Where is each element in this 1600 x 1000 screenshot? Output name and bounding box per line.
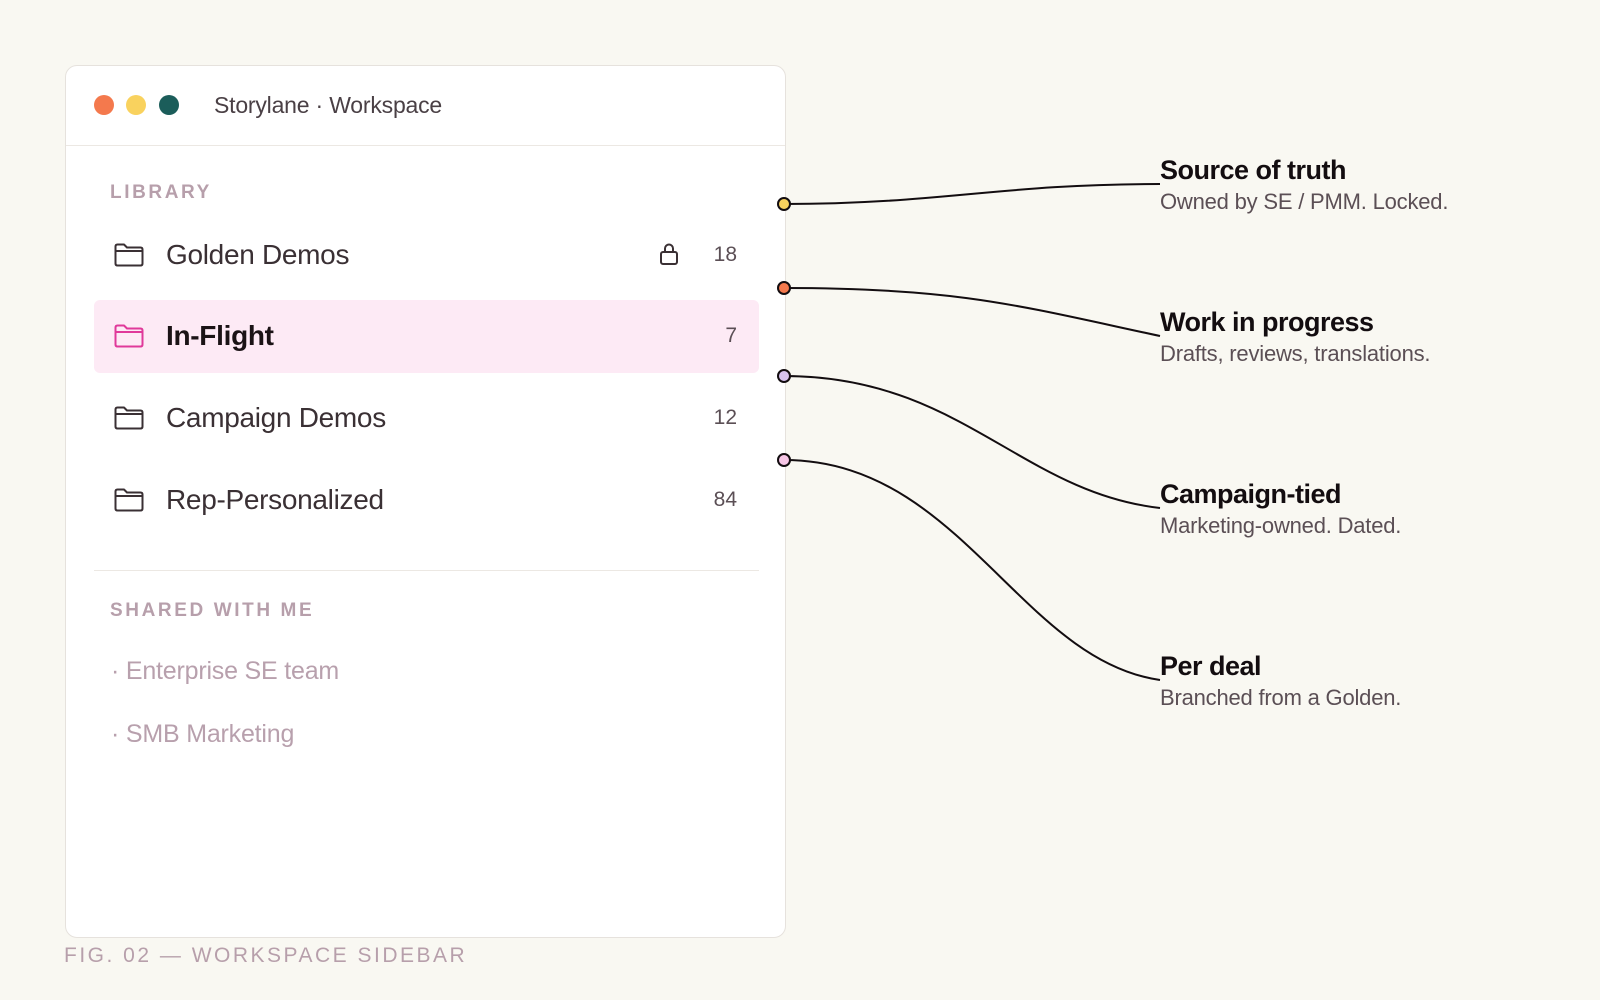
connector-per-deal — [783, 459, 1161, 681]
marker-work-in-progress — [777, 281, 791, 295]
annotation-subtitle: Marketing-owned. Dated. — [1160, 513, 1402, 538]
annotation-title: Campaign-tied — [1160, 479, 1342, 509]
marker-source-of-truth — [777, 197, 791, 211]
connector-campaign-tied — [783, 375, 1161, 509]
marker-per-deal — [777, 453, 791, 467]
annotation-subtitle: Drafts, reviews, translations. — [1160, 341, 1431, 366]
annotation-subtitle: Branched from a Golden. — [1160, 685, 1402, 710]
annotation-per-deal: Per deal Branched from a Golden. — [1160, 650, 1401, 711]
connector-work-in-progress — [783, 287, 1161, 337]
annotation-subtitle: Owned by SE / PMM. Locked. — [1160, 189, 1449, 214]
annotation-work-in-progress: Work in progress Drafts, reviews, transl… — [1160, 306, 1431, 367]
marker-campaign-tied — [777, 369, 791, 383]
connector-source-of-truth — [783, 183, 1161, 205]
annotation-campaign-tied: Campaign-tied Marketing-owned. Dated. — [1160, 478, 1401, 539]
annotation-title: Work in progress — [1160, 307, 1374, 337]
annotation-title: Per deal — [1160, 651, 1262, 681]
annotation-source-of-truth: Source of truth Owned by SE / PMM. Locke… — [1160, 154, 1448, 215]
annotation-title: Source of truth — [1160, 155, 1347, 185]
